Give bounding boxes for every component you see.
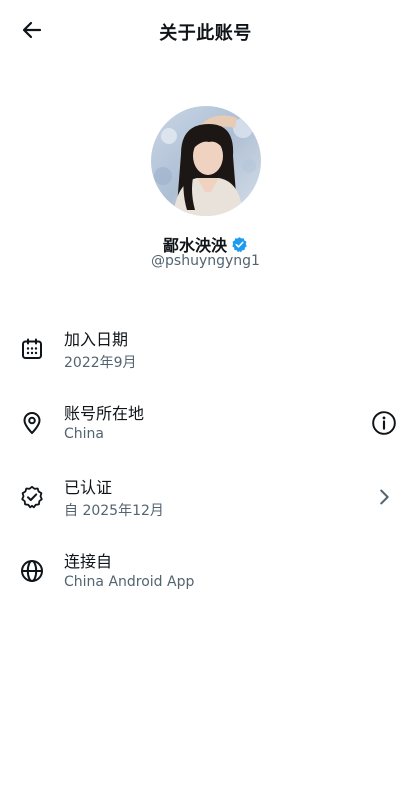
row-value: China Android App	[64, 574, 195, 590]
info-row-verified[interactable]: 已认证 自 2025年12月	[0, 466, 411, 526]
verified-check-icon	[19, 484, 45, 510]
page-title: 关于此账号	[159, 23, 252, 44]
info-icon[interactable]	[371, 410, 397, 436]
row-value: 2022年9月	[64, 355, 137, 371]
avatar[interactable]	[151, 106, 261, 216]
info-row-join-date: 加入日期 2022年9月	[0, 318, 411, 378]
verified-badge-icon	[231, 236, 248, 253]
info-row-account-location: 账号所在地 China	[0, 392, 411, 452]
calendar-icon	[19, 336, 45, 362]
row-label: 加入日期	[64, 330, 129, 349]
row-label: 已认证	[64, 478, 113, 497]
row-label: 连接自	[64, 552, 113, 571]
row-value: 自 2025年12月	[64, 503, 164, 519]
location-pin-icon	[19, 410, 45, 436]
row-value: China	[64, 426, 104, 442]
chevron-right-icon[interactable]	[371, 484, 397, 510]
globe-icon	[19, 558, 45, 584]
info-row-connected-from: 连接自 China Android App	[0, 540, 411, 600]
row-label: 账号所在地	[64, 404, 145, 423]
top-bar: 关于此账号	[0, 0, 411, 62]
user-handle: @pshuyngyng1	[151, 253, 260, 269]
